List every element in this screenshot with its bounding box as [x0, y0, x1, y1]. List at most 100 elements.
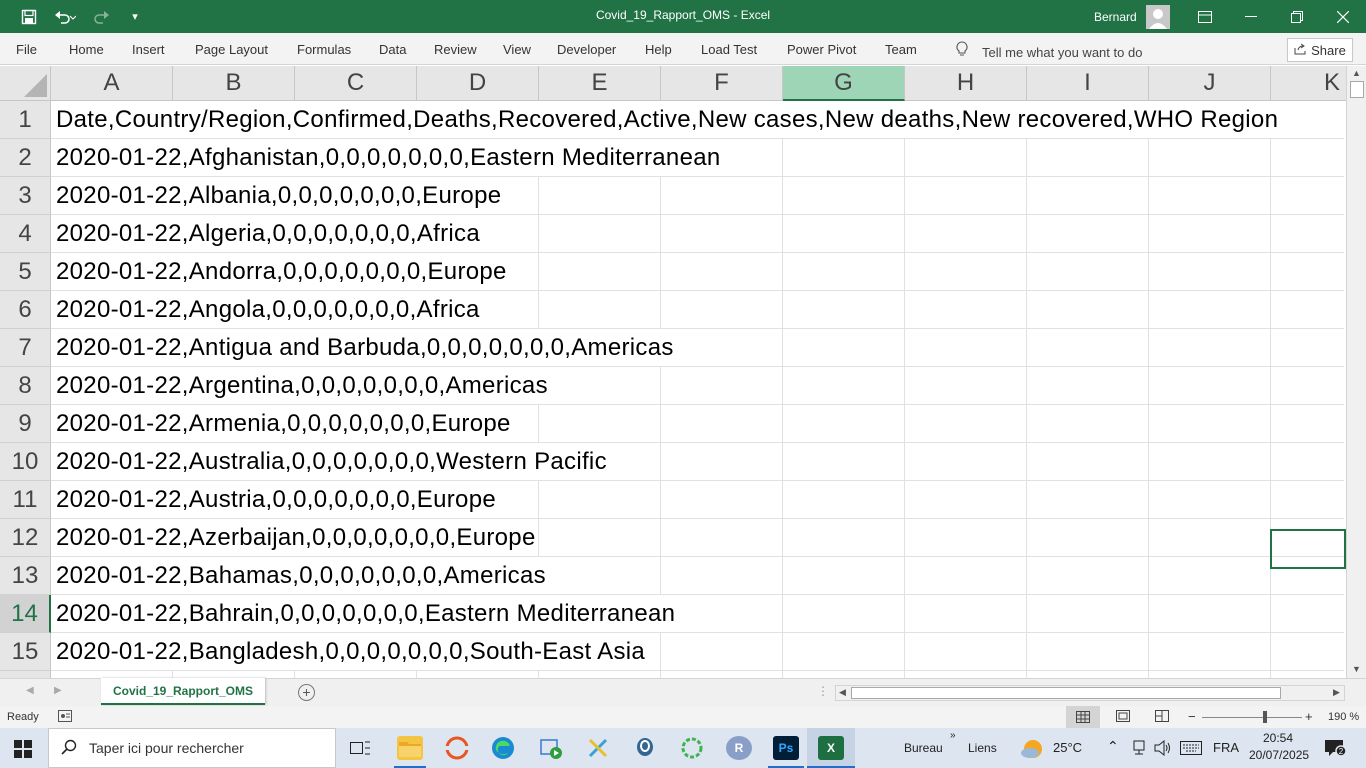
- sheet-tab[interactable]: Covid_19_Rapport_OMS: [101, 678, 265, 705]
- zoom-slider[interactable]: [1202, 717, 1302, 718]
- show-hidden-icons-icon[interactable]: ⌃: [1107, 738, 1119, 755]
- r-language-icon[interactable]: R: [726, 736, 752, 760]
- row-header-7[interactable]: 7: [0, 329, 51, 367]
- keyboard-icon[interactable]: [1180, 741, 1202, 760]
- minimize-icon[interactable]: [1228, 0, 1274, 33]
- tab-review[interactable]: Review: [434, 42, 477, 57]
- row-header-11[interactable]: 11: [0, 481, 51, 519]
- cell-a4[interactable]: 2020-01-22,Algeria,0,0,0,0,0,0,0,Africa: [51, 215, 480, 252]
- scroll-down-arrow-icon[interactable]: ▼: [1352, 664, 1361, 674]
- column-header-a[interactable]: A: [51, 66, 173, 101]
- cell-a2[interactable]: 2020-01-22,Afghanistan,0,0,0,0,0,0,0,Eas…: [51, 139, 721, 176]
- share-button[interactable]: Share: [1287, 38, 1353, 62]
- tab-help[interactable]: Help: [645, 42, 672, 57]
- cell-a7[interactable]: 2020-01-22,Antigua and Barbuda,0,0,0,0,0…: [51, 329, 674, 366]
- cell-a1[interactable]: Date,Country/Region,Confirmed,Deaths,Rec…: [51, 101, 1279, 138]
- row-header-9[interactable]: 9: [0, 405, 51, 443]
- zoom-in-icon[interactable]: +: [1305, 709, 1313, 724]
- cell-a13[interactable]: 2020-01-22,Bahamas,0,0,0,0,0,0,0,America…: [51, 557, 546, 594]
- row-header-4[interactable]: 4: [0, 215, 51, 253]
- taskbar-search[interactable]: Taper ici pour rechercher: [48, 728, 336, 768]
- cell-a10[interactable]: 2020-01-22,Australia,0,0,0,0,0,0,0,Weste…: [51, 443, 607, 480]
- horizontal-scrollbar[interactable]: ◀ ▶: [835, 685, 1345, 701]
- redo-icon[interactable]: [86, 0, 120, 33]
- user-name[interactable]: Bernard: [1094, 10, 1137, 24]
- page-layout-view-icon[interactable]: [1116, 710, 1130, 725]
- customize-quick-access-icon[interactable]: ▾: [126, 0, 144, 33]
- row-header-15[interactable]: 15: [0, 633, 51, 671]
- undo-icon[interactable]: [48, 0, 82, 33]
- cell-a8[interactable]: 2020-01-22,Argentina,0,0,0,0,0,0,0,Ameri…: [51, 367, 548, 404]
- prev-sheet-arrow-icon[interactable]: ◀: [26, 685, 34, 696]
- horizontal-scroll-thumb[interactable]: [851, 687, 1281, 699]
- row-header-12[interactable]: 12: [0, 519, 51, 557]
- toolbar-bureau[interactable]: Bureau: [904, 741, 943, 755]
- file-explorer-icon[interactable]: [397, 736, 423, 760]
- network-icon[interactable]: [1131, 740, 1147, 761]
- cell-a14[interactable]: 2020-01-22,Bahrain,0,0,0,0,0,0,0,Eastern…: [51, 595, 676, 632]
- windows-start-icon[interactable]: [14, 740, 32, 763]
- tab-insert[interactable]: Insert: [132, 42, 165, 57]
- column-header-h[interactable]: H: [905, 66, 1027, 101]
- page-break-preview-icon[interactable]: [1155, 710, 1169, 725]
- cell-a15[interactable]: 2020-01-22,Bangladesh,0,0,0,0,0,0,0,Sout…: [51, 633, 646, 670]
- photoshop-icon[interactable]: Ps: [773, 736, 799, 760]
- tab-formulas[interactable]: Formulas: [297, 42, 351, 57]
- zoom-level[interactable]: 190 %: [1328, 711, 1359, 723]
- column-header-k[interactable]: K: [1271, 66, 1347, 101]
- cell-a3[interactable]: 2020-01-22,Albania,0,0,0,0,0,0,0,Europe: [51, 177, 502, 214]
- cell-a6[interactable]: 2020-01-22,Angola,0,0,0,0,0,0,0,Africa: [51, 291, 480, 328]
- ribbon-display-options-icon[interactable]: [1182, 0, 1228, 33]
- cell-a11[interactable]: 2020-01-22,Austria,0,0,0,0,0,0,0,Europe: [51, 481, 496, 518]
- restore-icon[interactable]: [1274, 0, 1320, 33]
- toolbar-liens[interactable]: Liens: [968, 741, 997, 755]
- toolbar-expand-icon[interactable]: »: [950, 730, 956, 741]
- clock-date[interactable]: 20/07/2025: [1249, 748, 1309, 762]
- row-header-8[interactable]: 8: [0, 367, 51, 405]
- tab-developer[interactable]: Developer: [557, 42, 616, 57]
- column-header-d[interactable]: D: [417, 66, 539, 101]
- normal-view-icon[interactable]: [1066, 706, 1100, 728]
- row-header-partial[interactable]: [0, 671, 51, 678]
- macro-recording-icon[interactable]: [58, 710, 72, 725]
- add-sheet-icon[interactable]: +: [298, 684, 315, 701]
- weather-icon[interactable]: [1020, 737, 1046, 766]
- tab-home[interactable]: Home: [69, 42, 104, 57]
- notifications-icon[interactable]: 2: [1324, 739, 1347, 762]
- ubuntu-icon[interactable]: [444, 736, 470, 760]
- column-header-c[interactable]: C: [295, 66, 417, 101]
- cell-a12[interactable]: 2020-01-22,Azerbaijan,0,0,0,0,0,0,0,Euro…: [51, 519, 536, 556]
- tab-view[interactable]: View: [503, 42, 531, 57]
- weather-temperature[interactable]: 25°C: [1053, 740, 1082, 755]
- tab-load-test[interactable]: Load Test: [701, 42, 757, 57]
- media-player-icon[interactable]: [538, 736, 564, 760]
- scroll-right-arrow-icon[interactable]: ▶: [1333, 687, 1340, 698]
- excel-taskbar-button[interactable]: X: [807, 728, 855, 768]
- column-header-j[interactable]: J: [1149, 66, 1271, 101]
- vertical-scroll-thumb[interactable]: [1350, 81, 1364, 98]
- row-header-13[interactable]: 13: [0, 557, 51, 595]
- sync-icon[interactable]: [679, 736, 705, 760]
- select-all-corner[interactable]: [0, 66, 51, 101]
- split-handle-icon[interactable]: ⋮: [817, 684, 829, 698]
- row-header-1[interactable]: 1: [0, 101, 51, 139]
- scroll-left-arrow-icon[interactable]: ◀: [839, 687, 846, 698]
- tab-file[interactable]: File: [16, 42, 37, 57]
- tab-power-pivot[interactable]: Power Pivot: [787, 42, 856, 57]
- column-header-f[interactable]: F: [661, 66, 783, 101]
- active-cell-selection[interactable]: [1270, 529, 1346, 569]
- column-header-e[interactable]: E: [539, 66, 661, 101]
- clock-time[interactable]: 20:54: [1263, 731, 1293, 745]
- worksheet-grid[interactable]: A B C D E F G H I J K 1 Date,Country/Region,Confirme…: [0, 66, 1366, 678]
- cell-a5[interactable]: 2020-01-22,Andorra,0,0,0,0,0,0,0,Europe: [51, 253, 507, 290]
- close-icon[interactable]: [1320, 0, 1366, 33]
- tab-data[interactable]: Data: [379, 42, 406, 57]
- tell-me-search[interactable]: Tell me what you want to do: [956, 41, 1142, 60]
- zoom-out-icon[interactable]: −: [1188, 709, 1196, 724]
- volume-icon[interactable]: [1154, 739, 1172, 761]
- tab-team[interactable]: Team: [885, 42, 917, 57]
- tools-icon[interactable]: [585, 736, 611, 760]
- row-header-6[interactable]: 6: [0, 291, 51, 329]
- row-header-5[interactable]: 5: [0, 253, 51, 291]
- scroll-up-arrow-icon[interactable]: ▲: [1352, 68, 1361, 78]
